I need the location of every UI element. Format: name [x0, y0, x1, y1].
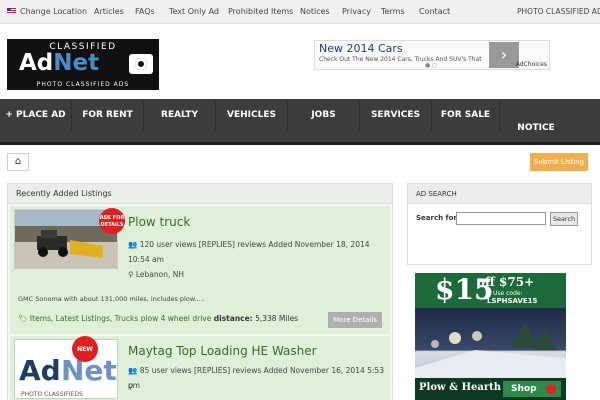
- nav-place-ad[interactable]: + PLACE AD: [0, 99, 72, 131]
- adchoices-label[interactable]: AdChoices: [516, 61, 547, 68]
- ad-offer-band: $15 off $75+ Use code: LSPHSAVE15: [415, 273, 566, 308]
- recent-listings-panel: Recently Added Listings ASK FOR DETAILS …: [7, 183, 393, 400]
- map-pin-icon: ⚲: [128, 270, 134, 279]
- terms-link[interactable]: Terms: [381, 7, 405, 16]
- listing-title[interactable]: Plow truck: [128, 215, 190, 229]
- more-details-button[interactable]: More Details: [328, 312, 382, 328]
- search-row: Search for: Search: [408, 210, 593, 228]
- ad-off-text: off $75+: [477, 275, 535, 289]
- nav-notice[interactable]: NOTICE: [500, 123, 572, 133]
- listing-item: Ad Net PHOTO CLASSIFIEDS NEW Maytag Top …: [10, 336, 390, 400]
- listing-meta: 👥 120 user views [REPLIES] reviews Added…: [128, 240, 370, 264]
- search-button[interactable]: Search: [550, 212, 578, 226]
- ad-brand: Plow & Hearth: [419, 382, 502, 393]
- listing-item: ASK FOR DETAILS Plow truck 👥 120 user vi…: [10, 206, 390, 334]
- listing-description: GMC Sonoma with about 131,000 miles, inc…: [18, 295, 205, 303]
- nav-jobs[interactable]: JOBS: [288, 99, 360, 131]
- notices-link[interactable]: Notices: [300, 7, 330, 16]
- chevron-right-icon[interactable]: ›: [489, 42, 519, 68]
- privacy-link[interactable]: Privacy: [342, 7, 371, 16]
- logo-adnet-text: AdNet: [19, 50, 100, 76]
- top-ad-banner[interactable]: New 2014 Cars Check Out The New 2014 Car…: [314, 40, 550, 70]
- site-name: PHOTO CLASSIFIED ADS: [517, 7, 600, 16]
- ad-subtitle: Check Out The New 2014 Cars, Trucks And …: [319, 56, 482, 63]
- users-icon: 👥: [128, 366, 138, 375]
- listing-tags: 🏷 Items, Latest Listings, Trucks plow 4 …: [18, 314, 298, 323]
- site-logo[interactable]: CLASSIFIED AdNet PHOTO CLASSIFIED ADS: [7, 39, 159, 90]
- top-utility-bar: Change Location Articles FAQs Text Only …: [0, 0, 600, 24]
- ad-scene-image: [415, 308, 566, 378]
- main-nav: + PLACE AD FOR RENT REALTY VEHICLES JOBS…: [0, 99, 600, 145]
- listing-location: ⚲: [128, 379, 388, 394]
- listing-title[interactable]: Maytag Top Loading HE Washer: [128, 344, 317, 358]
- nav-vehicles[interactable]: VEHICLES: [216, 99, 288, 131]
- ad-search-heading: AD SEARCH: [408, 184, 591, 204]
- carousel-dots: ● ○: [425, 62, 438, 69]
- logo-tagline: PHOTO CLASSIFIED ADS: [36, 81, 130, 88]
- distance-label: distance:: [213, 314, 253, 323]
- shop-button[interactable]: Shop: [503, 381, 561, 397]
- contact-link[interactable]: Contact: [419, 7, 450, 16]
- ad-code-label: Use code:: [493, 290, 523, 297]
- svg-text:PHOTO CLASSIFIEDS: PHOTO CLASSIFIEDS: [21, 391, 83, 398]
- listing-location: ⚲ Lebanon, NH: [128, 270, 185, 279]
- us-flag-icon: [7, 8, 16, 14]
- search-label: Search for:: [416, 214, 460, 222]
- new-badge: NEW: [72, 336, 98, 362]
- listing-tag-links[interactable]: Items, Latest Listings, Trucks plow 4 wh…: [30, 314, 211, 323]
- distance-value: 5,338 Miles: [255, 314, 299, 323]
- nav-for-sale[interactable]: FOR SALE: [432, 99, 500, 131]
- sidebar-ad[interactable]: $15 off $75+ Use code: LSPHSAVE15 Plow &…: [415, 273, 566, 400]
- nav-for-rent[interactable]: FOR RENT: [72, 99, 144, 131]
- ad-brand-band: Plow & Hearth Shop: [415, 378, 566, 400]
- map-pin-icon: ⚲: [128, 382, 134, 391]
- search-input[interactable]: [456, 212, 546, 225]
- ask-for-details-badge: ASK FOR DETAILS: [99, 208, 125, 234]
- users-icon: 👥: [128, 240, 138, 249]
- ad-search-widget: AD SEARCH Search for: Search: [407, 183, 592, 265]
- faqs-link[interactable]: FAQs: [135, 7, 155, 16]
- svg-text:Ad: Ad: [19, 354, 61, 387]
- nav-realty[interactable]: REALTY: [144, 99, 216, 131]
- home-icon[interactable]: ⌂: [7, 153, 29, 171]
- articles-link[interactable]: Articles: [94, 7, 124, 16]
- nav-services[interactable]: SERVICES: [360, 99, 432, 131]
- text-only-ad-link[interactable]: Text Only Ad: [169, 7, 219, 16]
- ad-title: New 2014 Cars: [319, 42, 403, 55]
- camera-icon: [129, 54, 153, 74]
- panel-heading: Recently Added Listings: [8, 184, 392, 204]
- ad-code: LSPHSAVE15: [487, 297, 538, 305]
- tag-icon: 🏷: [18, 314, 28, 323]
- submit-listing-button[interactable]: Submit Listing: [530, 153, 588, 171]
- listing-thumbnail[interactable]: Ad Net PHOTO CLASSIFIEDS: [14, 339, 118, 399]
- prohibited-items-link[interactable]: Prohibited Items: [228, 7, 293, 16]
- change-location-link[interactable]: Change Location: [20, 7, 87, 16]
